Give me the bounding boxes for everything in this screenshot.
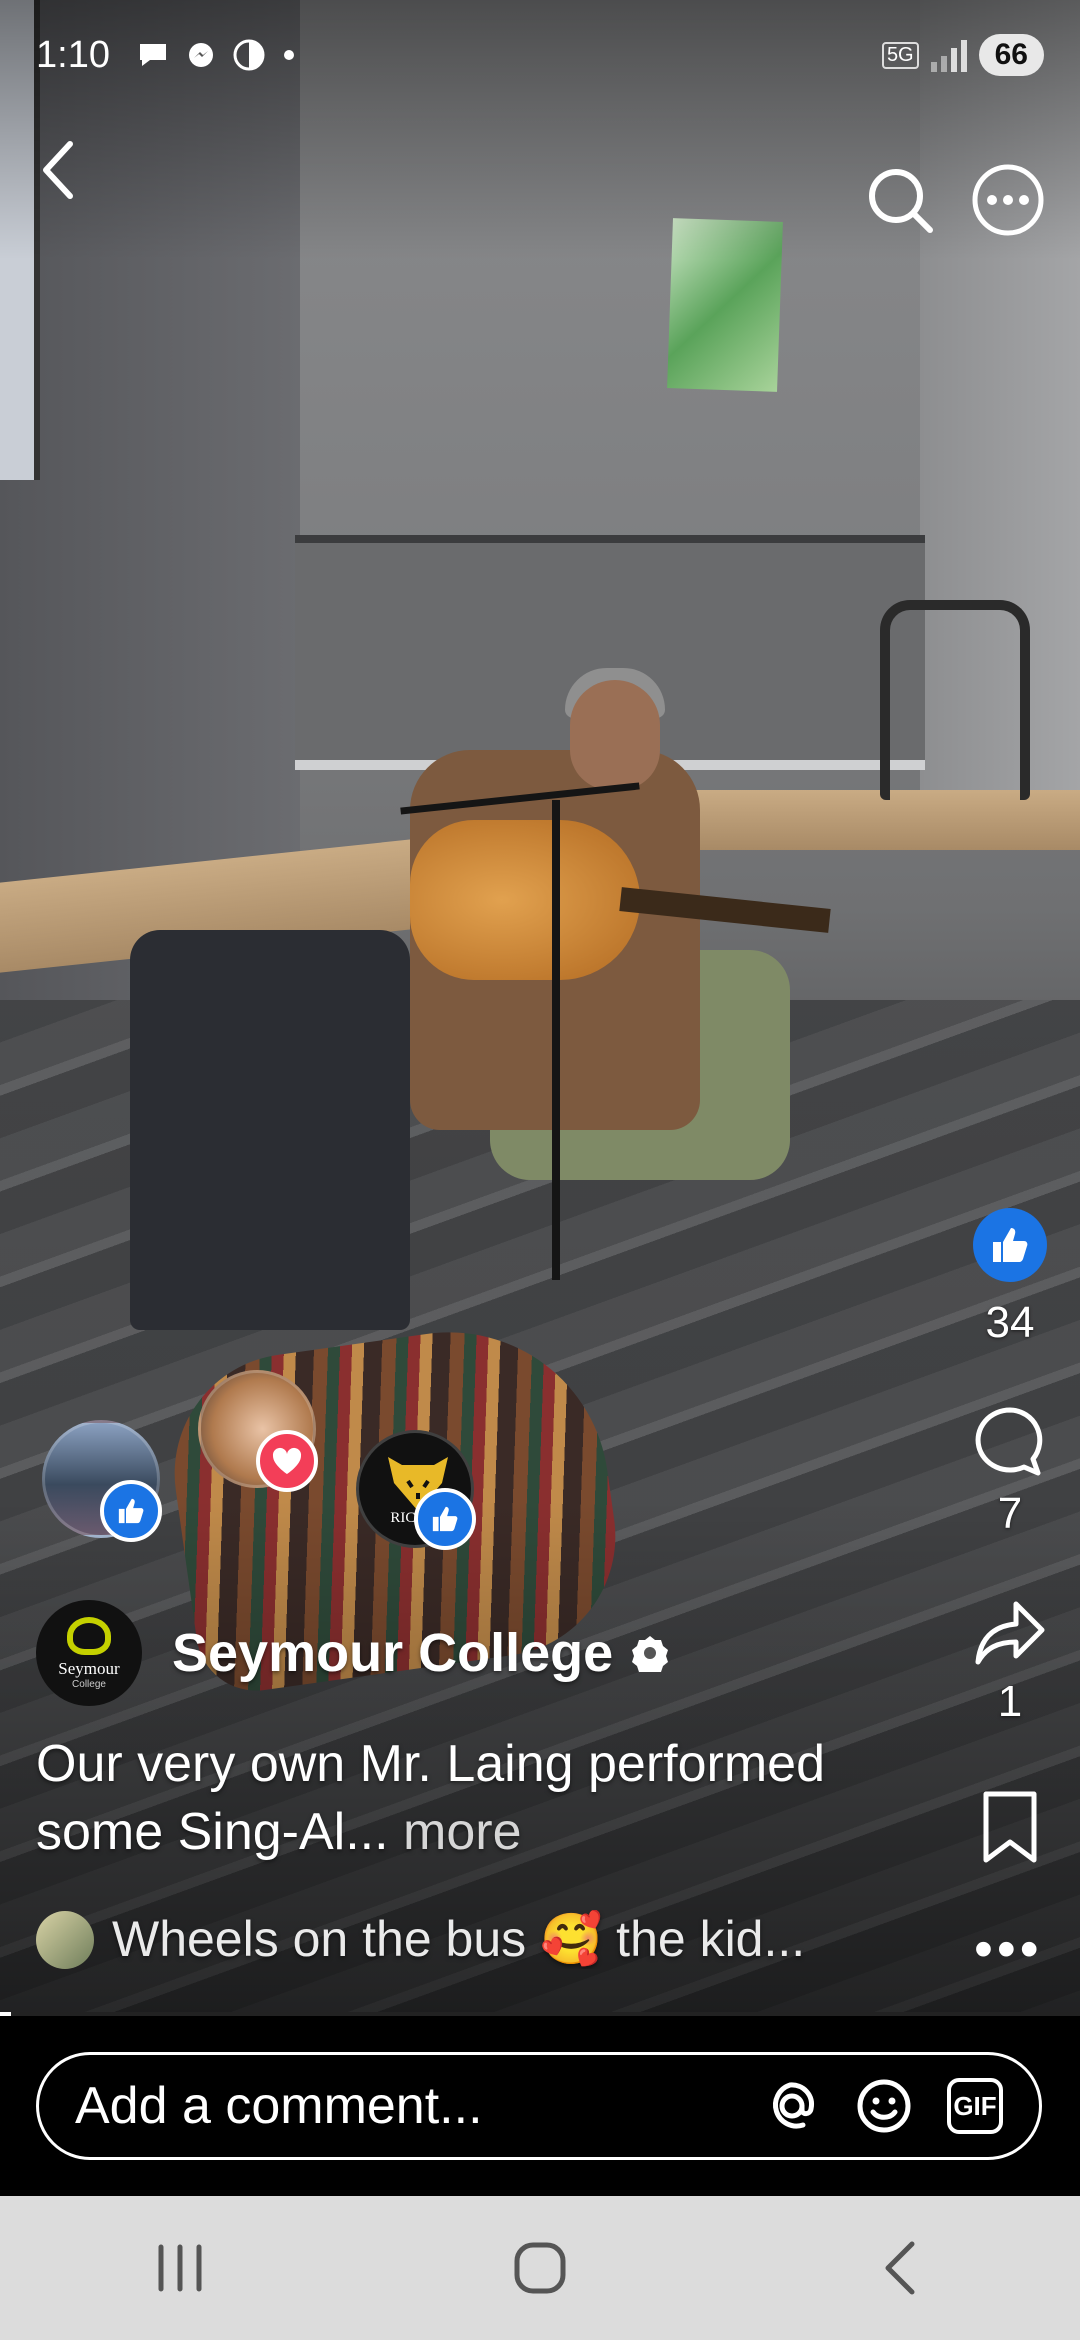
back-button[interactable] [28,130,88,210]
battery-level: 66 [978,34,1044,76]
post-caption[interactable]: Our very own Mr. Laing performed some Si… [36,1730,916,1866]
share-count: 1 [997,1677,1023,1726]
comment-bar: GIF [0,2016,1080,2196]
video-scene-detail [410,820,640,980]
dot-icon [283,50,294,60]
like-button[interactable] [973,1208,1047,1282]
caption-more-link[interactable]: more [403,1803,521,1861]
author-name[interactable]: Seymour College [172,1622,613,1684]
signal-icon [930,38,967,72]
contrast-icon [233,39,265,71]
comment-count: 7 [997,1489,1023,1538]
search-icon [869,169,933,233]
video-player[interactable] [0,0,1080,2016]
gif-label: GIF [953,2090,997,2121]
system-back-button[interactable] [840,2218,960,2318]
video-scene-detail [130,930,410,1330]
verified-badge-icon [632,1636,669,1672]
author-avatar[interactable]: Seymour College [36,1600,142,1706]
heart-icon [272,1447,302,1474]
status-time: 1:10 [36,33,110,76]
author-logo-subtext: College [72,1678,106,1690]
recent-apps-button[interactable] [120,2218,240,2318]
post-author[interactable]: Seymour College Seymour College [36,1600,669,1706]
comment-input-tools: GIF [763,2077,1003,2135]
top-comment-preview[interactable]: Wheels on the bus 🥰 the kid... [36,1910,916,1969]
emoji-icon[interactable] [855,2077,913,2135]
comment-bubble-icon[interactable] [972,1404,1048,1480]
search-button[interactable] [862,162,938,238]
reactor-like-badge [100,1480,162,1542]
thumbs-up-icon [993,1228,1028,1262]
recent-apps-icon [158,2244,202,2292]
video-scene-detail [880,600,1030,800]
chevron-left-icon [43,141,73,199]
mention-icon[interactable] [763,2077,821,2135]
author-logo-text: Seymour [58,1658,120,1678]
chat-bubble-icon [139,44,166,66]
thumbs-up-icon [432,1506,458,1532]
video-scene-detail [570,680,660,790]
comment-action[interactable]: 7 [960,1404,1060,1539]
messenger-icon [188,43,213,67]
home-button[interactable] [480,2218,600,2318]
video-scene-detail [552,800,560,1280]
reactor-like-badge [414,1488,476,1550]
back-chevron-icon [885,2241,915,2295]
seymour-logo-icon [67,1616,111,1655]
reactor-love-badge [256,1430,318,1492]
status-right: 5G 66 [881,34,1044,76]
like-count: 34 [985,1298,1035,1347]
status-bar: 1:10 5G 66 [0,0,1080,110]
comment-input-container[interactable]: GIF [36,2052,1042,2160]
comment-input[interactable] [75,2076,763,2136]
notification-icons [136,38,296,72]
system-navigation-bar [0,2196,1080,2340]
save-action[interactable] [960,1790,1060,1871]
bookmark-icon[interactable] [980,1790,1040,1866]
comment-preview-more-button[interactable]: ••• [974,1918,1043,1980]
thumbs-up-icon [118,1498,144,1524]
commenter-avatar [36,1910,94,1969]
gif-button[interactable]: GIF [947,2078,1003,2134]
like-action[interactable]: 34 [960,1208,1060,1348]
more-options-button[interactable] [970,162,1046,238]
share-arrow-icon[interactable] [972,1598,1048,1668]
more-horizontal-icon [972,164,1044,236]
network-label: 5G [881,41,919,69]
home-icon [514,2242,566,2294]
share-action[interactable]: 1 [960,1598,1060,1727]
comment-preview-text: Wheels on the bus 🥰 the kid... [112,1911,806,1967]
